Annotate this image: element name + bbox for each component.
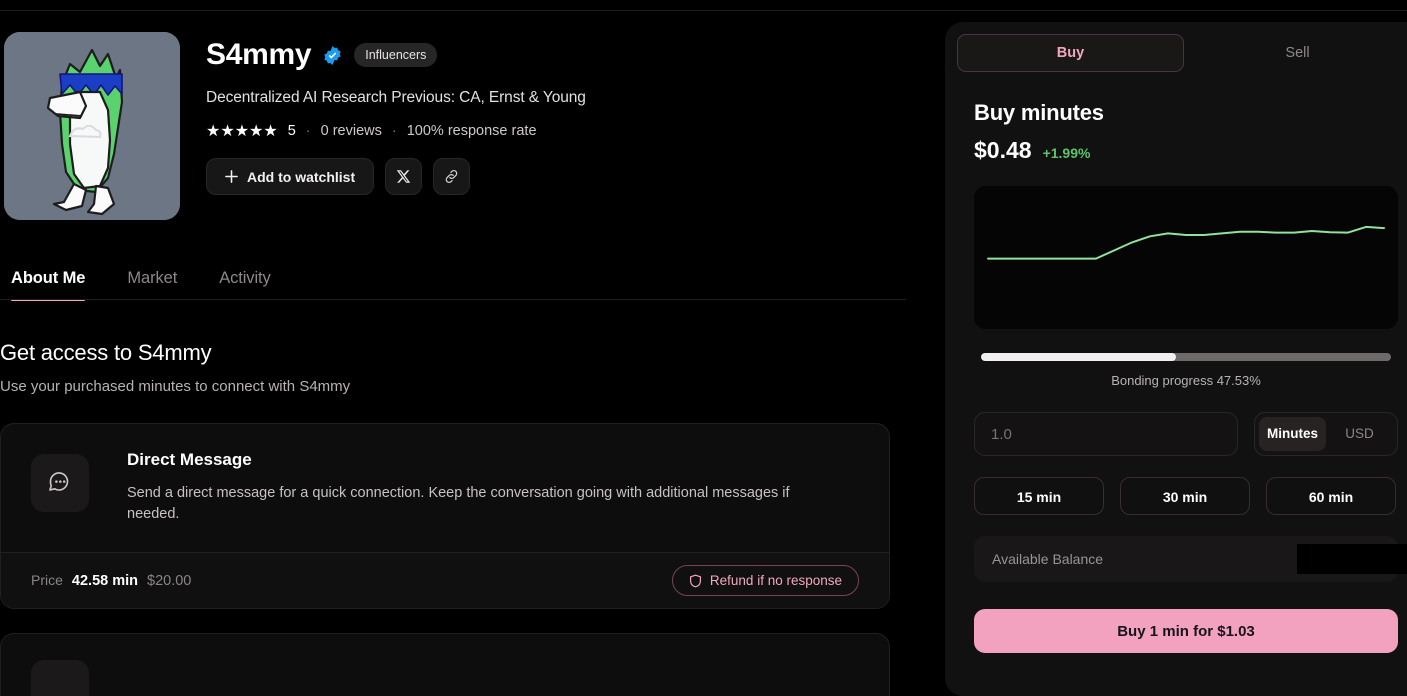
tab-sell[interactable]: Sell: [1184, 34, 1407, 72]
reviews-count: 0 reviews: [320, 123, 382, 139]
price-label: Price: [31, 572, 63, 589]
bonding-progress: Bonding progress 47.53%: [981, 353, 1391, 388]
bonding-progress-fill: [981, 353, 1176, 361]
offer-text: Direct Message Send a direct message for…: [127, 450, 797, 524]
offer-footer: Price 42.58 min $20.00 Refund if no resp…: [1, 552, 889, 609]
category-badge: Influencers: [354, 43, 438, 67]
profile-actions: Add to watchlist: [206, 158, 935, 195]
stat-separator-2: ·: [391, 123, 397, 139]
name-row: S4mmy Influencers: [206, 32, 935, 78]
stat-separator: ·: [305, 123, 311, 139]
quick-amount-60[interactable]: 60 min: [1266, 477, 1396, 515]
quick-amount-15[interactable]: 15 min: [974, 477, 1104, 515]
access-section-subtitle: Use your purchased minutes to connect wi…: [0, 378, 351, 395]
buy-submit-button[interactable]: Buy 1 min for $1.03: [974, 609, 1398, 653]
tab-market[interactable]: Market: [127, 269, 177, 300]
add-to-watchlist-button[interactable]: Add to watchlist: [206, 158, 375, 195]
tab-about-me[interactable]: About Me: [11, 269, 86, 301]
profile-stats: ★★★★★ 5 · 0 reviews · 100% response rate: [206, 121, 935, 141]
profile-column: S4mmy Influencers Decentralized AI Resea…: [0, 22, 935, 696]
offer-description: Send a direct message for a quick connec…: [127, 485, 790, 522]
price-minutes: 42.58 min: [71, 573, 138, 590]
profile-tabs: About Me Market Activity: [0, 260, 906, 301]
price-change: +1.99%: [1042, 145, 1091, 161]
tab-buy[interactable]: Buy: [957, 34, 1184, 72]
quick-amount-30[interactable]: 30 min: [1120, 477, 1250, 515]
bonding-progress-label: Bonding progress 47.53%: [1111, 373, 1261, 388]
unit-usd[interactable]: USD: [1326, 417, 1393, 451]
shield-icon: [689, 574, 701, 588]
offer-card-direct-message[interactable]: Direct Message Send a direct message for…: [0, 423, 890, 610]
chat-bubble-dots-icon: [31, 454, 89, 512]
plus-icon: [225, 170, 238, 183]
unit-toggle: Minutes USD: [1254, 412, 1398, 456]
x-twitter-icon: [396, 170, 411, 183]
price-usd: $20.00: [147, 573, 192, 590]
amount-row: Minutes USD: [974, 412, 1407, 456]
profile-info: S4mmy Influencers Decentralized AI Resea…: [206, 32, 935, 195]
buy-sell-tabs: Buy Sell: [957, 34, 1407, 72]
tab-activity[interactable]: Activity: [219, 269, 271, 300]
avatar[interactable]: [4, 32, 180, 220]
offer-body: Direct Message Send a direct message for…: [1, 424, 889, 552]
price-chart: [974, 186, 1398, 329]
trade-price-row: $0.48 +1.99%: [974, 137, 1407, 164]
available-balance-value-redacted: [1297, 544, 1407, 574]
token-price: $0.48: [974, 137, 1032, 163]
bonding-progress-track: [981, 353, 1391, 361]
link-chain-icon: [445, 169, 458, 184]
rating-value: 5: [287, 123, 296, 139]
amount-input[interactable]: [974, 412, 1238, 456]
verified-badge-icon: [324, 45, 341, 65]
top-divider: [0, 10, 1407, 11]
x-twitter-button[interactable]: [385, 158, 423, 195]
add-to-watchlist-label: Add to watchlist: [247, 168, 356, 185]
available-balance-label: Available Balance: [992, 551, 1104, 567]
available-balance-row: Available Balance: [974, 536, 1407, 582]
unit-minutes[interactable]: Minutes: [1259, 417, 1326, 451]
refund-label: Refund if no response: [709, 573, 842, 589]
star-rating-icons: ★★★★★: [206, 123, 278, 140]
access-section-title: Get access to S4mmy: [0, 340, 212, 365]
page-title: S4mmy: [206, 38, 312, 71]
quick-amount-row: 15 min 30 min 60 min: [974, 477, 1407, 515]
refund-badge: Refund if no response: [671, 565, 859, 597]
offer-price: Price 42.58 min $20.00: [31, 572, 191, 589]
profile-bio: Decentralized AI Research Previous: CA, …: [206, 89, 586, 106]
trade-panel: Buy Sell Buy minutes $0.48 +1.99% Bondin…: [945, 22, 1407, 696]
copy-link-button[interactable]: [433, 158, 471, 195]
tabs-underline: [0, 299, 906, 300]
trade-title: Buy minutes: [974, 100, 1104, 125]
offer-title: Direct Message: [127, 450, 252, 469]
response-rate: 100% response rate: [406, 123, 537, 139]
offer-card-secondary-icon: [31, 660, 89, 696]
profile-header: S4mmy Influencers Decentralized AI Resea…: [0, 22, 935, 230]
offer-card-secondary[interactable]: [0, 633, 890, 696]
